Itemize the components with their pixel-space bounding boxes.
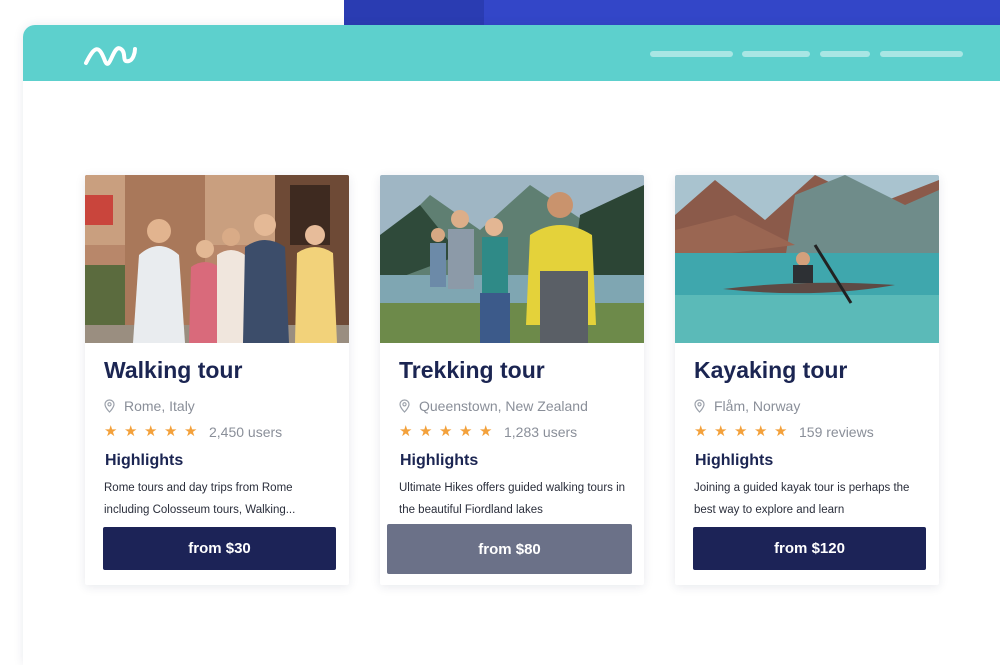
star-icon: ★ <box>714 423 728 440</box>
location-row: Rome, Italy <box>104 397 195 415</box>
wave-logo-icon[interactable] <box>83 39 139 69</box>
tour-description: Ultimate Hikes offers guided walking tou… <box>399 482 626 516</box>
rating-row: ★ ★ ★ ★ ★ 1,283 users <box>399 423 577 441</box>
star-icon: ★ <box>459 423 473 440</box>
location-row: Flåm, Norway <box>694 397 800 415</box>
nav-item-2[interactable] <box>742 51 810 57</box>
star-icon: ★ <box>734 423 748 440</box>
highlights-heading: Highlights <box>695 452 774 469</box>
user-count: 2,450 users <box>209 424 283 440</box>
highlights-heading: Highlights <box>400 452 479 469</box>
nav-item-1[interactable] <box>650 51 733 57</box>
map-pin-icon <box>694 399 705 413</box>
price-button[interactable]: from $120 <box>693 527 926 570</box>
nav-item-4[interactable] <box>880 51 963 57</box>
star-icon: ★ <box>479 423 493 440</box>
tour-card-walking[interactable]: Walking tour Rome, Italy ★ ★ ★ ★ ★ 2,450… <box>85 175 349 585</box>
rating-row: ★ ★ ★ ★ ★ 2,450 users <box>104 423 282 441</box>
tour-title: Kayaking tour <box>694 357 848 383</box>
user-count: 1,283 users <box>504 424 578 440</box>
star-icon: ★ <box>124 423 138 440</box>
tour-title: Trekking tour <box>399 357 545 383</box>
browser-window: Walking tour Rome, Italy ★ ★ ★ ★ ★ 2,450… <box>23 25 1000 665</box>
tour-title: Walking tour <box>104 357 243 383</box>
star-icon: ★ <box>439 423 453 440</box>
star-icon: ★ <box>694 423 708 440</box>
star-icon: ★ <box>754 423 768 440</box>
star-icon: ★ <box>164 423 178 440</box>
tour-description: Rome tours and day trips from Rome inclu… <box>104 482 296 516</box>
walking-tour-photo <box>85 175 349 343</box>
star-icon: ★ <box>184 423 198 440</box>
trekking-tour-photo <box>380 175 644 343</box>
review-count: 159 reviews <box>799 424 874 440</box>
top-navigation-bar <box>23 25 1000 81</box>
star-icon: ★ <box>144 423 158 440</box>
star-icon: ★ <box>104 423 118 440</box>
star-icon: ★ <box>399 423 413 440</box>
price-button[interactable]: from $80 <box>387 524 632 574</box>
rating-row: ★ ★ ★ ★ ★ 159 reviews <box>694 423 874 441</box>
highlights-heading: Highlights <box>105 452 184 469</box>
kayaking-tour-photo <box>675 175 939 343</box>
star-icon: ★ <box>419 423 433 440</box>
map-pin-icon <box>104 399 115 413</box>
tour-description: Joining a guided kayak tour is perhaps t… <box>694 482 910 516</box>
tour-location: Queenstown, New Zealand <box>419 398 588 414</box>
nav-item-3[interactable] <box>820 51 870 57</box>
location-row: Queenstown, New Zealand <box>399 397 588 415</box>
price-button[interactable]: from $30 <box>103 527 336 570</box>
tour-location: Rome, Italy <box>124 398 195 414</box>
tour-card-trekking[interactable]: Trekking tour Queenstown, New Zealand ★ … <box>380 175 644 585</box>
tour-location: Flåm, Norway <box>714 398 801 414</box>
tour-card-kayaking[interactable]: Kayaking tour Flåm, Norway ★ ★ ★ ★ ★ 159… <box>675 175 939 585</box>
star-icon: ★ <box>774 423 788 440</box>
map-pin-icon <box>399 399 410 413</box>
